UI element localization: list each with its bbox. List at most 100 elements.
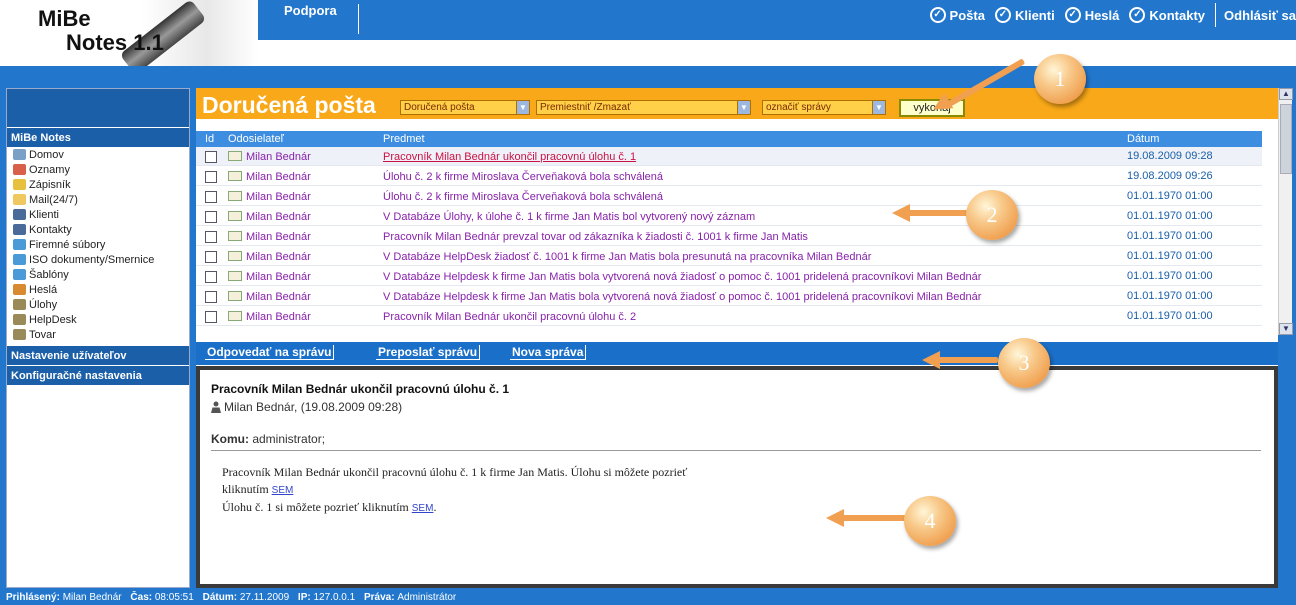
body-link[interactable]: SEM xyxy=(272,485,294,496)
table-row[interactable]: Milan Bednár V Databáze Úlohy, k úlohe č.… xyxy=(196,207,1262,226)
scrollbar[interactable]: ▲ ▼ xyxy=(1278,88,1293,335)
row-subject[interactable]: V Databáze Helpdesk k firme Jan Matis bo… xyxy=(383,271,981,283)
scroll-down-icon[interactable]: ▼ xyxy=(1279,323,1293,335)
sidebar-item[interactable]: Úlohy xyxy=(7,297,189,312)
row-checkbox[interactable] xyxy=(205,231,217,243)
logo-line2: Notes 1.1 xyxy=(66,30,164,55)
sidebar-item[interactable]: Mail(24/7) xyxy=(7,192,189,207)
envelope-icon xyxy=(228,251,242,261)
sidebar-item-label: Úlohy xyxy=(29,298,58,311)
envelope-icon xyxy=(228,231,242,241)
user-icon xyxy=(211,401,221,413)
logout-link[interactable]: Odhlásiť sa xyxy=(1224,8,1296,23)
nav-klienti[interactable]: ✓ Klienti xyxy=(994,7,1055,23)
row-subject[interactable]: V Databáze HelpDesk žiadosť č. 1001 k fi… xyxy=(383,251,871,263)
row-sender[interactable]: Milan Bednár xyxy=(246,251,311,263)
check-icon: ✓ xyxy=(994,7,1011,23)
sidebar-config-settings[interactable]: Konfiguračné nastavenia xyxy=(7,365,189,385)
sidebar-item[interactable]: Kontakty xyxy=(7,222,189,237)
nav-posta[interactable]: ✓ Pošta xyxy=(929,7,985,23)
row-checkbox[interactable] xyxy=(205,311,217,323)
sidebar-item[interactable]: Heslá xyxy=(7,282,189,297)
folder-icon xyxy=(13,269,26,280)
row-subject[interactable]: V Databáze Úlohy, k úlohe č. 1 k firme J… xyxy=(383,211,755,223)
sidebar-item[interactable]: HelpDesk xyxy=(7,312,189,327)
sidebar-item[interactable]: Šablóny xyxy=(7,267,189,282)
sidebar-item[interactable]: ISO dokumenty/Smernice xyxy=(7,252,189,267)
action-select[interactable]: Premiestniť /Zmazať ▼ xyxy=(536,100,751,115)
row-subject[interactable]: Úlohu č. 2 k firme Miroslava Červeňaková… xyxy=(383,171,663,183)
row-sender[interactable]: Milan Bednár xyxy=(246,151,311,163)
row-subject[interactable]: V Databáze Helpdesk k firme Jan Matis bo… xyxy=(383,291,981,303)
sidebar-user-settings[interactable]: Nastavenie užívateľov xyxy=(7,345,189,365)
col-id[interactable]: Id xyxy=(205,133,214,145)
row-date: 01.01.1970 01:00 xyxy=(1127,310,1213,322)
row-subject[interactable]: Pracovník Milan Bednár prevzal tovar od … xyxy=(383,231,808,243)
row-sender[interactable]: Milan Bednár xyxy=(246,291,311,303)
row-sender[interactable]: Milan Bednár xyxy=(246,231,311,243)
message-from: Milan Bednár, (19.08.2009 09:28) xyxy=(211,400,402,414)
sidebar-section-title[interactable]: MiBe Notes xyxy=(7,127,189,147)
new-message-button[interactable]: Nova správa xyxy=(510,345,587,360)
body-line2: kliknutím SEM xyxy=(222,481,687,499)
callout-arrowhead xyxy=(892,204,910,222)
table-row[interactable]: Milan Bednár V Databáze Helpdesk k firme … xyxy=(196,287,1262,306)
row-checkbox[interactable] xyxy=(205,211,217,223)
row-subject[interactable]: Pracovník Milan Bednár ukončil pracovnú … xyxy=(383,151,636,163)
col-sender[interactable]: Odosielateľ xyxy=(228,133,284,145)
scroll-up-icon[interactable]: ▲ xyxy=(1279,88,1293,100)
row-sender[interactable]: Milan Bednár xyxy=(246,311,311,323)
row-sender[interactable]: Milan Bednár xyxy=(246,171,311,183)
mark-select[interactable]: označiť správy ▼ xyxy=(762,100,886,115)
table-row[interactable]: Milan Bednár V Databáze Helpdesk k firme … xyxy=(196,267,1262,286)
row-date: 01.01.1970 01:00 xyxy=(1127,190,1213,202)
sidebar-item-label: HelpDesk xyxy=(29,313,77,326)
nav-hesla[interactable]: ✓ Heslá xyxy=(1064,7,1119,23)
forward-button[interactable]: Preposlať správu xyxy=(376,345,481,360)
sidebar-item[interactable]: Zápisník xyxy=(7,177,189,192)
row-sender[interactable]: Milan Bednár xyxy=(246,271,311,283)
message-preview-inner: Pracovník Milan Bednár ukončil pracovnú … xyxy=(200,370,1274,584)
envelope-icon xyxy=(228,271,242,281)
envelope-icon xyxy=(228,171,242,181)
row-checkbox[interactable] xyxy=(205,171,217,183)
row-checkbox[interactable] xyxy=(205,191,217,203)
table-row[interactable]: Milan Bednár Pracovník Milan Bednár ukonč… xyxy=(196,307,1262,326)
nav-kontakty[interactable]: ✓ Kontakty xyxy=(1129,7,1205,23)
sidebar-item[interactable]: Firemné súbory xyxy=(7,237,189,252)
support-link[interactable]: Podpora xyxy=(284,3,337,18)
reply-button[interactable]: Odpovedať na správu xyxy=(205,345,335,360)
sidebar-item[interactable]: Tovar xyxy=(7,327,189,342)
row-checkbox[interactable] xyxy=(205,291,217,303)
row-checkbox[interactable] xyxy=(205,251,217,263)
col-date[interactable]: Dátum xyxy=(1127,133,1159,145)
row-sender[interactable]: Milan Bednár xyxy=(246,211,311,223)
top-header: MiBe Notes 1.1 Podpora ✓ Pošta ✓ Klienti ✓… xyxy=(0,0,1296,66)
row-checkbox[interactable] xyxy=(205,271,217,283)
sidebar-item-label: Zápisník xyxy=(29,178,71,191)
message-subject: Pracovník Milan Bednár ukončil pracovnú … xyxy=(211,382,510,396)
row-sender[interactable]: Milan Bednár xyxy=(246,191,311,203)
to-label: Komu: xyxy=(211,432,249,446)
table-row[interactable]: Milan Bednár Úlohu č. 2 k firme Miroslava… xyxy=(196,187,1262,206)
message-from-text: Milan Bednár, (19.08.2009 09:28) xyxy=(224,400,403,414)
row-subject[interactable]: Úlohu č. 2 k firme Miroslava Červeňaková… xyxy=(383,191,663,203)
table-row[interactable]: Milan Bednár Úlohu č. 2 k firme Miroslava… xyxy=(196,167,1262,186)
nav-label: Kontakty xyxy=(1149,7,1206,23)
sidebar-item[interactable]: Domov xyxy=(7,147,189,162)
check-icon: ✓ xyxy=(1064,7,1081,23)
table-row[interactable]: Milan Bednár V Databáze HelpDesk žiadosť … xyxy=(196,247,1262,266)
scroll-thumb[interactable] xyxy=(1280,104,1292,174)
folder-select[interactable]: Doručená pošta ▼ xyxy=(400,100,530,115)
col-subject[interactable]: Predmet xyxy=(383,133,425,145)
row-checkbox[interactable] xyxy=(205,151,217,163)
sidebar-item[interactable]: Klienti xyxy=(7,207,189,222)
callout-4: 4 xyxy=(904,496,956,546)
table-row[interactable]: Milan Bednár Pracovník Milan Bednár ukonč… xyxy=(196,147,1262,166)
table-row[interactable]: Milan Bednár Pracovník Milan Bednár prevz… xyxy=(196,227,1262,246)
row-subject[interactable]: Pracovník Milan Bednár ukončil pracovnú … xyxy=(383,311,636,323)
nav-label: Pošta xyxy=(949,7,985,23)
callout-arrow xyxy=(934,357,998,363)
sidebar-item[interactable]: Oznamy xyxy=(7,162,189,177)
body-link[interactable]: SEM xyxy=(412,503,434,514)
